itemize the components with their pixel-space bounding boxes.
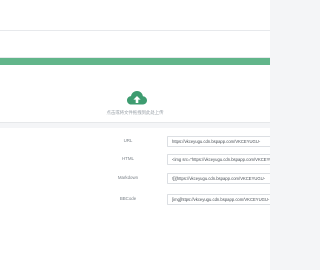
accent-strip: [0, 58, 270, 65]
html-link-field[interactable]: <img src="https://vkceyugu.cdn.bspapp.co…: [167, 154, 270, 165]
link-results-panel: URL https://vkceyugu.cdn.bspapp.com/VKCE…: [0, 128, 270, 270]
upload-dropzone[interactable]: 点击或将文件拖拽到此处上传: [0, 65, 270, 123]
html-label: HTML: [122, 156, 134, 161]
bbcode-link-row: BBCode [img]https://vkceyugu.cdn.bspapp.…: [0, 192, 270, 207]
html-link-row: HTML <img src="https://vkceyugu.cdn.bspa…: [0, 152, 270, 167]
sub-header-bar: [0, 31, 270, 58]
markdown-link-row: Markdown ![](https://vkceyugu.cdn.bspapp…: [0, 171, 270, 186]
bbcode-link-field[interactable]: [img]https://vkceyugu.cdn.bspapp.com/VKC…: [167, 194, 270, 205]
url-link-field[interactable]: https://vkceyugu.cdn.bspapp.com/VKCEYUGU…: [167, 136, 270, 147]
url-link-row: URL https://vkceyugu.cdn.bspapp.com/VKCE…: [0, 134, 270, 149]
top-navigation-bar: [0, 0, 270, 31]
upload-hint-text: 点击或将文件拖拽到此处上传: [106, 110, 164, 115]
cloud-upload-icon: [127, 91, 147, 105]
bbcode-label: BBCode: [119, 196, 137, 201]
url-label: URL: [123, 138, 133, 143]
markdown-label: Markdown: [117, 175, 139, 180]
markdown-link-field[interactable]: ![](https://vkceyugu.cdn.bspapp.com/VKCE…: [167, 173, 270, 184]
